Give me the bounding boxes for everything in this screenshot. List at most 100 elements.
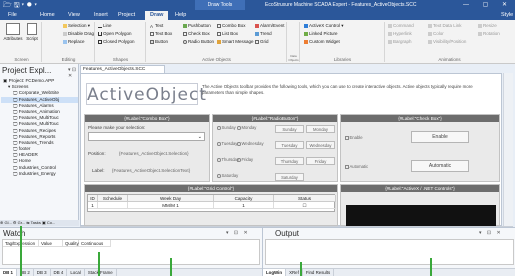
grid-header-cell[interactable]: Capacity [214, 195, 274, 202]
selection-combo-box[interactable]: ⌄ [88, 132, 205, 141]
schedule-grid[interactable]: ID 1 Schedule Week Day MM/M 1 Capacity 1 Status… [87, 194, 336, 212]
pane-tab[interactable]: Local [67, 269, 85, 276]
pane-tab[interactable]: DB 1 [0, 269, 18, 276]
grid-header-cell[interactable]: Week Day [128, 195, 214, 202]
radio-toggle-button[interactable]: Tuesday [275, 141, 304, 149]
watch-col-value[interactable]: Value [39, 240, 63, 247]
automatic-button[interactable]: Automatic [411, 160, 469, 172]
script-button[interactable]: Script [23, 23, 41, 41]
grid-header-cell[interactable]: Schedule [98, 195, 128, 202]
watch-col-continuous[interactable]: Continuous [79, 240, 111, 247]
output-title: Output [275, 229, 300, 238]
radio-toggle-button[interactable]: Wednesday [306, 141, 335, 149]
closed-polygon-tool[interactable]: Closed Polygon [98, 39, 135, 45]
pane-tab[interactable]: Find Results [303, 269, 335, 276]
output-pane-controls[interactable]: ▾ ⊡ ✕ [479, 230, 503, 236]
ribbon-group-animations: Command Hyperlink Bargraph Text Data Lin… [386, 22, 513, 62]
button-tool[interactable]: Button [150, 39, 168, 45]
radio-toggle-button[interactable]: Monday [306, 125, 335, 133]
open-polygon-tool[interactable]: Open Polygon [98, 31, 132, 37]
bargraph-button[interactable]: Bargraph [388, 39, 412, 45]
visibility-position-button[interactable]: Visibility/Position [428, 39, 466, 45]
grid-cell[interactable]: MM/M 1 [128, 202, 214, 209]
ribbon-group-editing: Selection ▾ Disable Drag Replace Editing [43, 22, 95, 62]
vertical-scrollbar[interactable] [503, 73, 513, 226]
watch-pane-controls[interactable]: ▾ ⊡ ✕ [226, 230, 250, 236]
grid-cell[interactable]: 1 [214, 202, 274, 209]
radio-toggle-button[interactable]: Sunday [275, 125, 304, 133]
pane-tab[interactable]: Stack Frame [85, 269, 117, 276]
radio-toggle-button[interactable]: Thursday [275, 157, 304, 165]
pane-tab[interactable]: DB 3 [34, 269, 51, 276]
replace-button[interactable]: Replace [63, 39, 85, 45]
output-log-area [265, 239, 514, 265]
watch-grid[interactable]: Tag/Expression Value Quality Continuous [2, 239, 260, 265]
radio-button-tool[interactable]: Radio Button [183, 39, 214, 45]
grid-cell[interactable]: ☐ [274, 202, 336, 209]
menu-draw[interactable]: Draw [145, 11, 169, 20]
marker-line [430, 258, 432, 276]
ribbon-group-screen: Attributes Script Screen [2, 22, 42, 62]
chevron-down-icon[interactable]: ⌄ [198, 134, 202, 140]
pane-tab[interactable]: DB 4 [51, 269, 68, 276]
grid-cell[interactable] [98, 202, 128, 209]
explorer-bottom-tabs[interactable]: ⊕ Gl... ⚙ Gr... ⇆ Tasks ▣ Co... [0, 220, 79, 226]
text-tool[interactable]: A Text [150, 23, 163, 29]
window-controls[interactable]: — ▢ ✕ [463, 0, 513, 10]
disable-drag-button[interactable]: Disable Drag [63, 31, 94, 37]
custom-widget-button[interactable]: Custom Widget [304, 39, 340, 45]
pane-tab[interactable]: LogWin [263, 269, 287, 276]
grid-header-cell[interactable]: Status [274, 195, 336, 202]
watch-col-quality[interactable]: Quality [63, 240, 79, 247]
menu-home[interactable]: Home [40, 10, 55, 20]
menu-insert[interactable]: Insert [94, 10, 108, 20]
resize-button[interactable]: Resize [478, 23, 497, 29]
text-data-link-button[interactable]: Text Data Link [428, 23, 462, 29]
activex-panel-header: {#Label:"ActiveX / .NET Controls"} [341, 185, 499, 192]
radio-option[interactable]: Wednesday [237, 141, 264, 146]
text-box-tool[interactable]: Text Box [150, 31, 172, 37]
menu-help[interactable]: Help [175, 10, 186, 20]
trend-tool[interactable]: Trend [255, 31, 272, 37]
hyperlink-button[interactable]: Hyperlink [388, 31, 412, 37]
radio-option[interactable]: Tuesday [217, 141, 237, 146]
document-tab[interactable]: Features_ActiveObjects.SCC [80, 65, 165, 73]
radio-toggle-button[interactable]: Saturday [275, 173, 304, 181]
radio-option[interactable]: Friday [237, 157, 253, 162]
menu-project[interactable]: Project [118, 10, 135, 20]
watch-title: Watch [3, 229, 26, 238]
menu-file[interactable]: File [8, 10, 17, 20]
command-button[interactable]: Command [388, 23, 414, 29]
radio-option[interactable]: Thursday [217, 157, 239, 162]
check-box-tool[interactable]: Check Box [183, 31, 210, 37]
radio-option[interactable]: Monday [237, 125, 256, 130]
automatic-checkbox[interactable]: Automatic [345, 164, 368, 169]
banner-description: The Active Objects toolbar provides the … [202, 84, 473, 95]
rotation-button[interactable]: Rotation [478, 31, 500, 37]
marker-line [170, 258, 172, 276]
radio-option[interactable]: Saturday [217, 173, 238, 178]
smart-message-tool[interactable]: Smart Message [217, 39, 254, 45]
tree-item[interactable]: 🖵 Industries_Energy [1, 171, 78, 177]
radio-toggle-button[interactable]: Friday [306, 157, 335, 165]
label-value: {Features_ActiveObject.SelectionText} [112, 168, 191, 173]
combo-box-tool[interactable]: Combo Box [217, 23, 246, 29]
grid-cell[interactable]: 1 [88, 202, 98, 209]
line-tool[interactable]: Line [98, 23, 112, 29]
side-label[interactable]: Style [501, 10, 513, 20]
radio-option[interactable]: Sunday [217, 125, 236, 130]
menu-view[interactable]: View [68, 10, 80, 20]
enable-checkbox[interactable]: Enable [345, 135, 363, 140]
position-value: {Features_ActiveObject.Selection} [119, 151, 189, 156]
grid-header-cell[interactable]: ID [88, 195, 98, 202]
linked-picture-button[interactable]: Linked Picture [304, 31, 338, 37]
alarm-event-tool[interactable]: Alarm/Event [255, 23, 285, 29]
activex-control-button[interactable]: ActiveX Control ▾ [304, 23, 344, 29]
enable-button[interactable]: Enable [411, 131, 469, 143]
pushbutton-tool[interactable]: Pushbutton [183, 23, 211, 29]
color-button[interactable]: Color [428, 31, 444, 37]
list-box-tool[interactable]: List Box [217, 31, 238, 37]
grid-tool[interactable]: Grid [255, 39, 269, 45]
selection-button[interactable]: Selection ▾ [63, 23, 90, 29]
attributes-button[interactable]: Attributes [3, 23, 23, 41]
